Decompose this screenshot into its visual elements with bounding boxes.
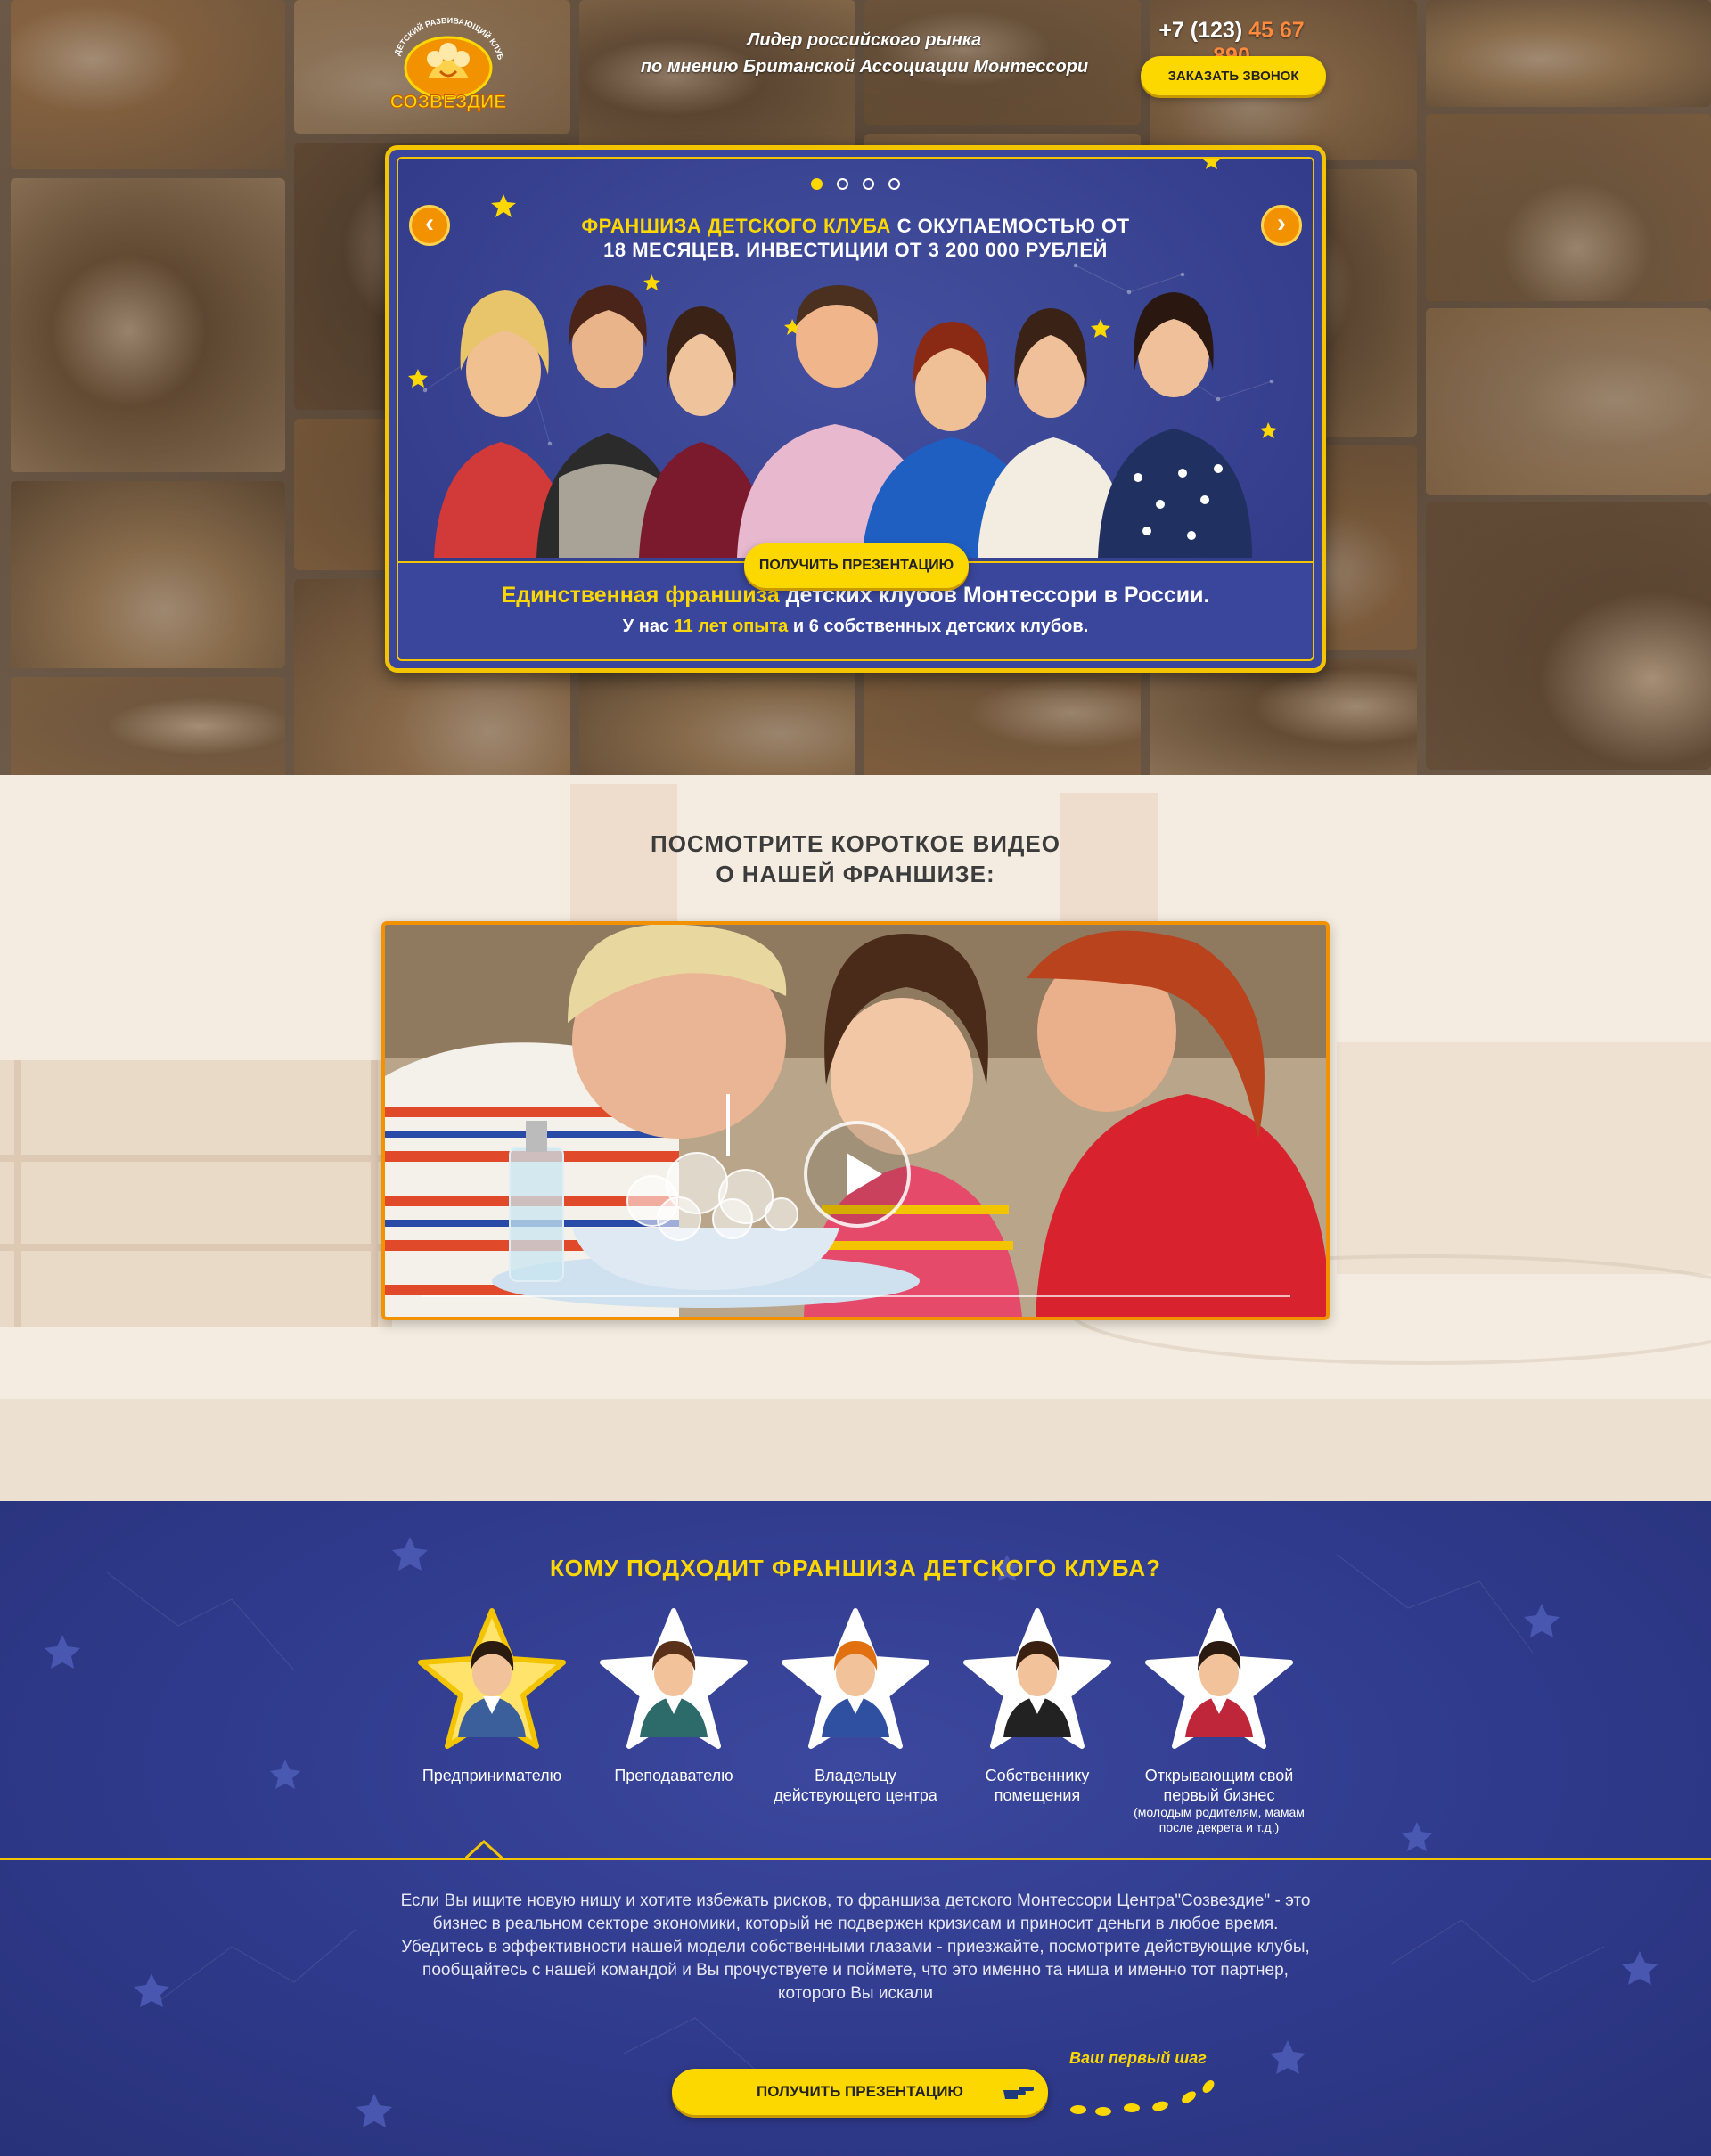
persona-label: Собственнику помещения — [985, 1767, 1090, 1804]
svg-text:СОЗВЕЗДИЕ: СОЗВЕЗДИЕ — [390, 92, 507, 112]
persona-card[interactable]: Открывающим свой первый бизнес (молодым р… — [1130, 1604, 1308, 1835]
persona-card[interactable]: Предпринимателю — [403, 1604, 581, 1785]
team-photo — [434, 285, 1252, 558]
unique-highlight: Единственная франшиза — [501, 583, 780, 608]
slider-dot[interactable] — [811, 178, 823, 190]
persona-card[interactable]: Владельцу действующего центра — [766, 1604, 945, 1805]
star-icon — [1622, 1951, 1658, 1985]
team-member — [434, 285, 1252, 558]
persona-sublabel: (молодым родителям, мамам после декрета … — [1134, 1805, 1305, 1834]
get-presentation-button-bottom[interactable]: ПОЛУЧИТЬ ПРЕЗЕНТАЦИЮ — [672, 2069, 1048, 2115]
star-icon — [1203, 159, 1220, 169]
experience-text: У нас 11 лет опыта и 6 собственных детск… — [398, 617, 1313, 637]
slider-dot[interactable] — [888, 178, 900, 190]
slide-headline-highlight: ФРАНШИЗА ДЕТСКОГО КЛУБА — [581, 215, 891, 237]
slide-headline: ФРАНШИЗА ДЕТСКОГО КЛУБА С ОКУПАЕМОСТЬЮ О… — [470, 214, 1241, 262]
star-icon — [45, 1635, 80, 1669]
video-play-button[interactable] — [804, 1121, 911, 1228]
star-icon — [1402, 1822, 1432, 1851]
star-icon — [356, 2094, 392, 2127]
slider-next-button[interactable]: › — [1261, 205, 1302, 246]
target-audience-section: КОМУ ПОДХОДИТ ФРАНШИЗА ДЕТСКОГО КЛУБА? П… — [0, 1501, 1711, 2156]
star-icon — [1270, 2040, 1306, 2074]
persona-star-icon — [413, 1604, 570, 1760]
persona-label: Владельцу действующего центра — [774, 1767, 937, 1804]
slide-headline-line2: 18 МЕСЯЦЕВ. ИНВЕСТИЦИИ ОТ 3 200 000 РУБЛ… — [603, 239, 1108, 261]
persona-star-icon — [595, 1604, 752, 1760]
callback-button[interactable]: ЗАКАЗАТЬ ЗВОНОК — [1141, 56, 1326, 95]
target-audience-title: КОМУ ПОДХОДИТ ФРАНШИЗА ДЕТСКОГО КЛУБА? — [549, 1555, 1162, 1581]
experience-prefix: У нас — [622, 617, 670, 636]
video-title-line-2: О НАШЕЙ ФРАНШИЗЕ: — [716, 861, 995, 887]
starfield-background — [45, 1537, 1658, 2127]
persona-star-icon — [777, 1604, 934, 1760]
star-icon — [1524, 1604, 1560, 1637]
video-section-title: ПОСМОТРИТЕ КОРОТКОЕ ВИДЕО О НАШЕЙ ФРАНШИ… — [0, 829, 1711, 889]
first-step-label: Ваш первый шаг — [1069, 2049, 1207, 2067]
get-presentation-button[interactable]: ПОЛУЧИТЬ ПРЕЗЕНТАЦИЮ — [744, 543, 969, 588]
video-progress-bar[interactable] — [421, 1295, 1290, 1297]
persona-star-icon — [1141, 1604, 1298, 1760]
slide-headline-rest: С ОКУПАЕМОСТЬЮ ОТ — [896, 215, 1130, 237]
persona-label: Преподавателю — [614, 1767, 733, 1784]
slide-frame: ‹ › ФРАНШИЗА ДЕТСКОГО КЛУБА С ОКУПАЕМОСТ… — [397, 157, 1314, 661]
star-icon — [270, 1760, 300, 1789]
video-title-line-1: ПОСМОТРИТЕ КОРОТКОЕ ВИДЕО — [651, 830, 1060, 857]
persona-card[interactable]: Преподавателю — [585, 1604, 763, 1785]
video-section: ПОСМОТРИТЕ КОРОТКОЕ ВИДЕО О НАШЕЙ ФРАНШИ… — [0, 775, 1711, 1501]
section-divider — [0, 1858, 1711, 1860]
star-icon — [408, 369, 428, 388]
persona-label: Предпринимателю — [422, 1767, 562, 1784]
experience-rest: и 6 собственных детских клубов. — [792, 617, 1089, 636]
persona-card[interactable]: Собственнику помещения — [948, 1604, 1126, 1805]
franchise-description: Если Вы ищите новую нишу и хотите избежа… — [400, 1891, 1311, 2003]
footsteps-icon — [1070, 2080, 1215, 2116]
present-label: ПОЛУЧИТЬ ПРЕЗЕНТАЦИЮ — [757, 2083, 963, 2100]
video-player[interactable] — [381, 921, 1330, 1320]
chevron-right-icon: › — [1277, 208, 1286, 238]
tagline-line-1: Лидер российского рынка — [747, 30, 982, 50]
sozvezdie-logo[interactable]: ДЕТСКИЙ РАЗВИВАЮЩИЙ КЛУБ СОЗВЕЗДИЕ — [381, 16, 515, 112]
experience-highlight: 11 лет опыта — [674, 617, 789, 636]
chevron-left-icon: ‹ — [425, 208, 434, 238]
phone-prefix: +7 (123) — [1158, 18, 1243, 43]
slider-dot[interactable] — [863, 178, 874, 190]
play-icon — [847, 1153, 882, 1196]
hero-section: ДЕТСКИЙ РАЗВИВАЮЩИЙ КЛУБ СОЗВЕЗДИЕ Лидер… — [0, 0, 1711, 775]
slider-dot[interactable] — [837, 178, 848, 190]
star-icon — [134, 1973, 169, 2007]
active-persona-pointer — [465, 1840, 503, 1859]
slider-prev-button[interactable]: ‹ — [409, 205, 450, 246]
persona-star-icon — [959, 1604, 1116, 1760]
slider-dots — [398, 178, 1313, 190]
tagline-line-2: по мнению Британской Ассоциации Монтессо… — [640, 57, 1089, 77]
pointing-hand-icon — [1003, 2087, 1034, 2099]
promo-slider: ‹ › ФРАНШИЗА ДЕТСКОГО КЛУБА С ОКУПАЕМОСТ… — [385, 145, 1326, 673]
persona-label: Открывающим свой первый бизнес — [1144, 1767, 1294, 1804]
header-tagline: Лидер российского рынка по мнению Британ… — [588, 27, 1141, 80]
